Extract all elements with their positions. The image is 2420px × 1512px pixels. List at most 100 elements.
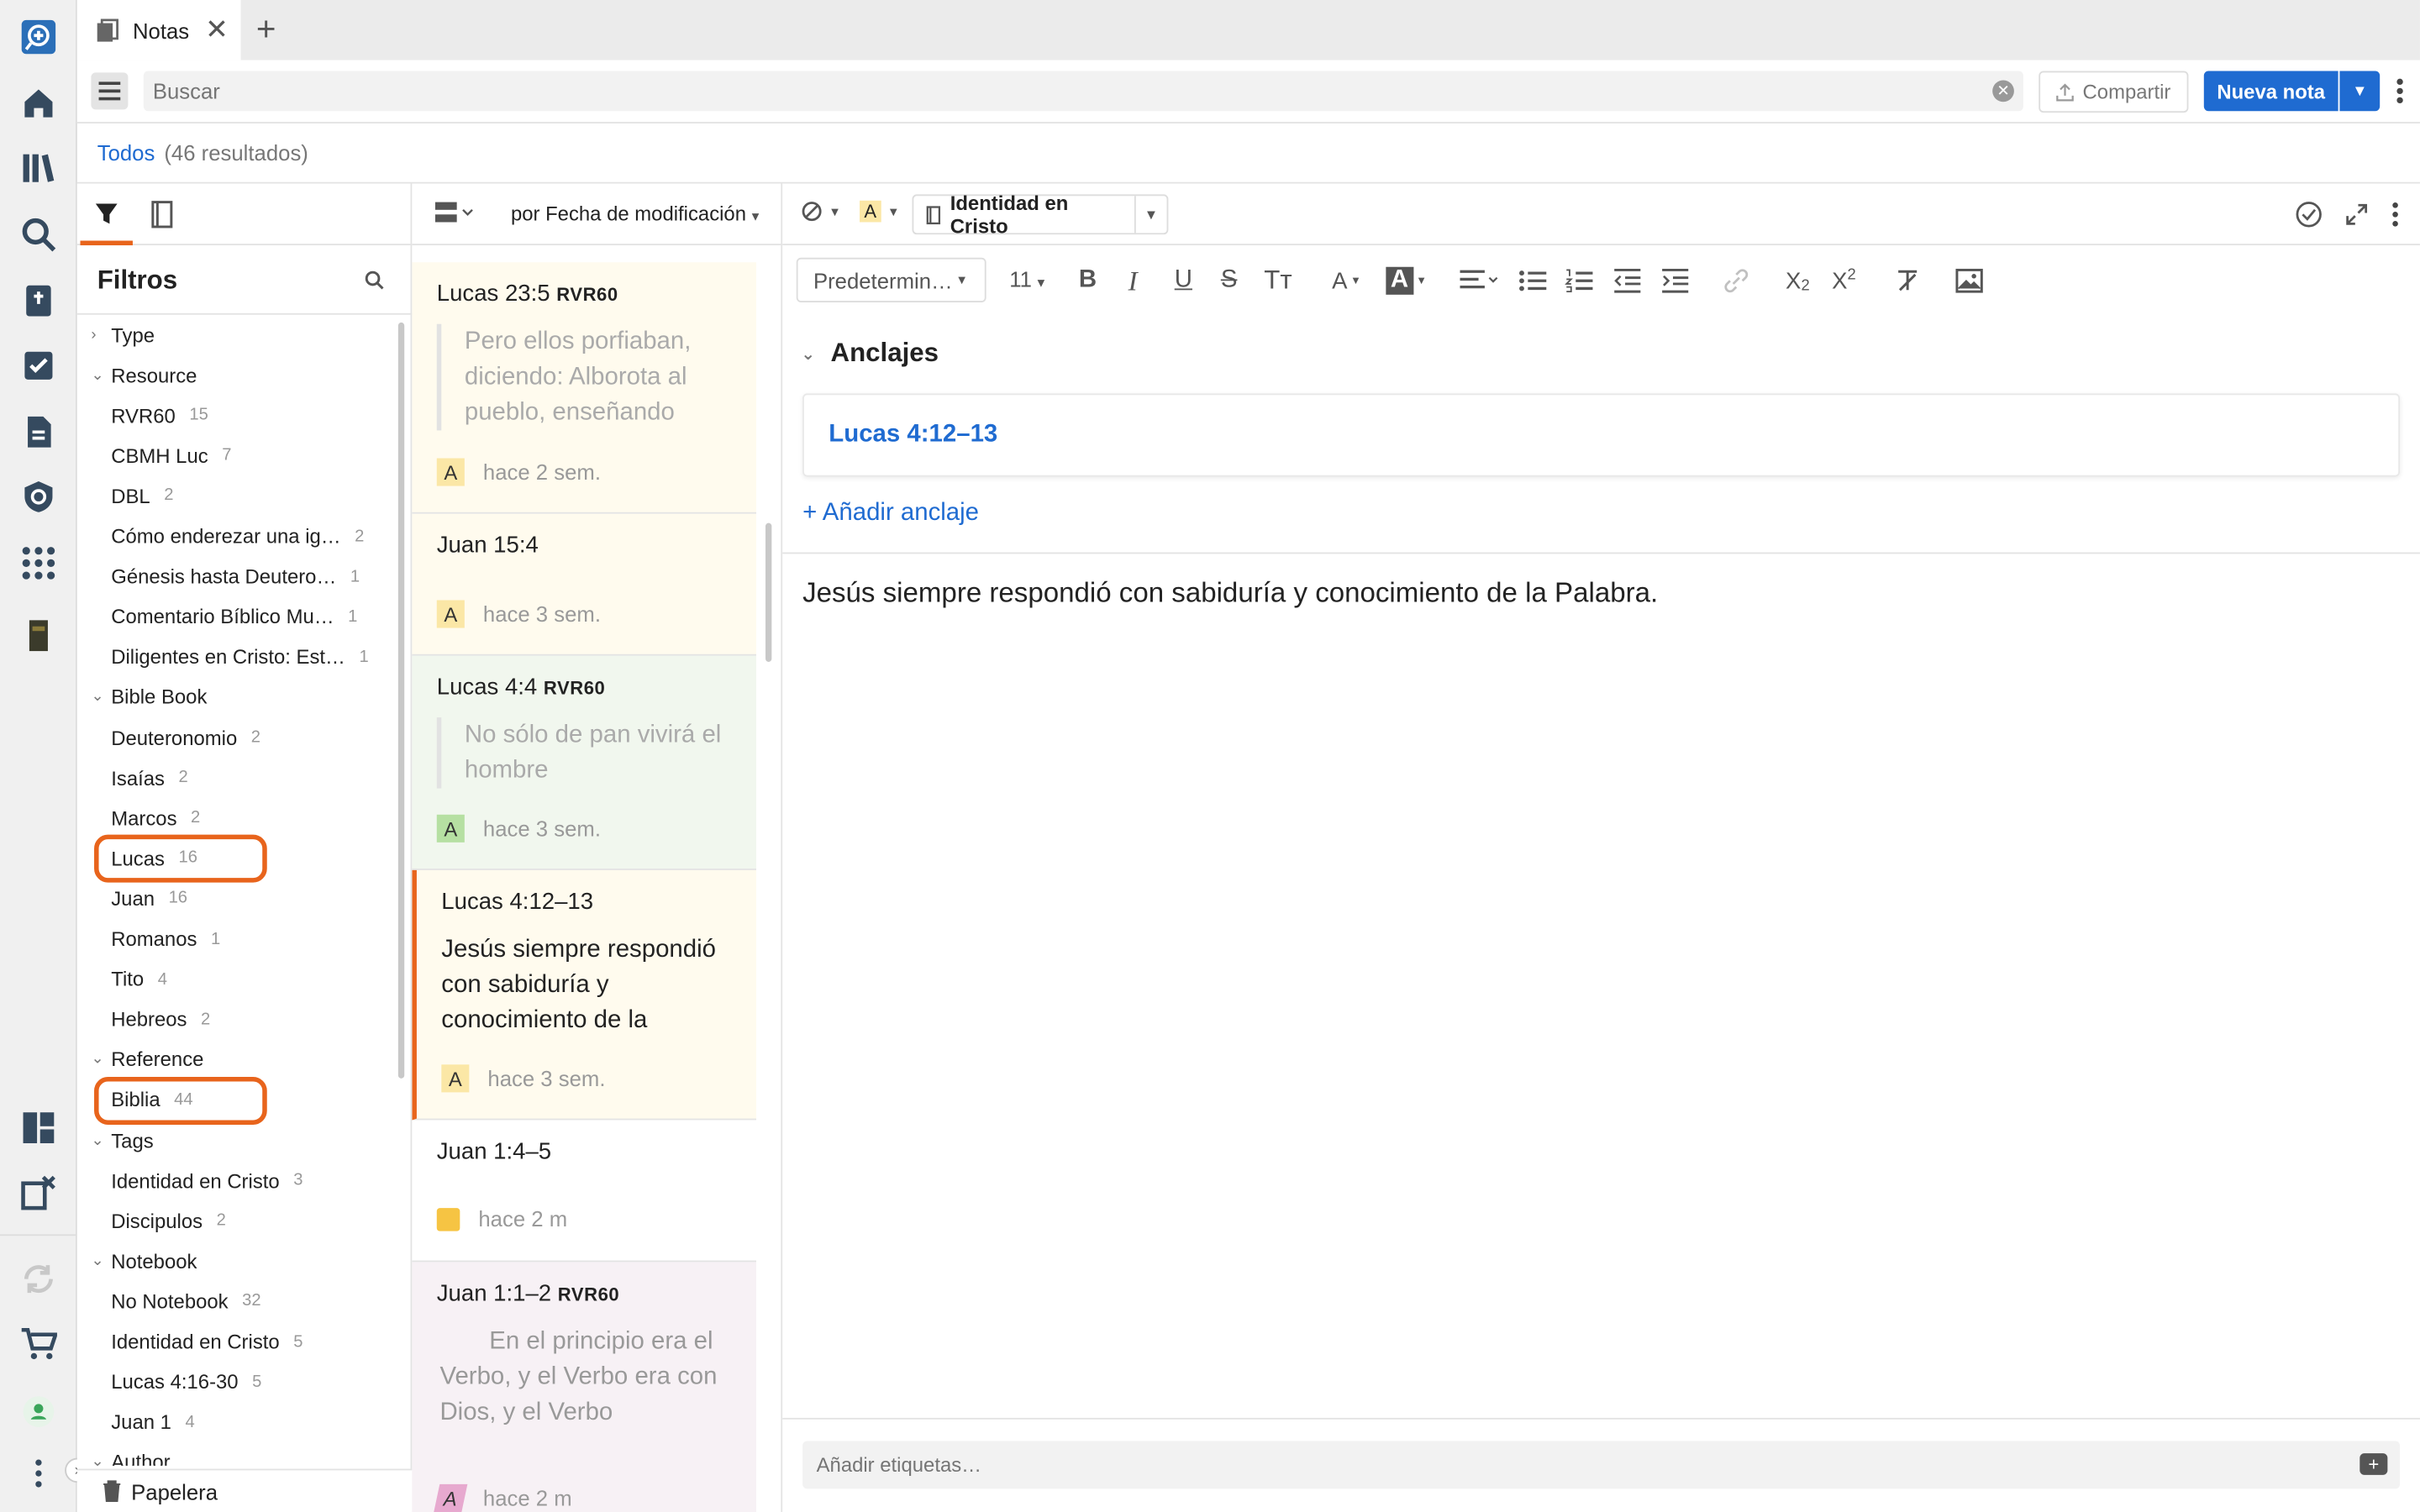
filter-group[interactable]: ⌄ Resource (77, 355, 197, 396)
font-select[interactable]: Predetermin… ▼ (796, 257, 986, 302)
filter-item[interactable]: Génesis hasta Deutero… 1 (77, 556, 360, 596)
tab-notas[interactable]: Notas ✕ (76, 0, 241, 60)
notebook-dropdown-icon[interactable]: ▼ (1134, 196, 1167, 234)
filter-item[interactable]: Discipulos 2 (77, 1200, 226, 1241)
add-tag-icon[interactable]: + (2360, 1453, 2388, 1475)
filter-group[interactable]: › Type (77, 315, 155, 355)
close-all-icon[interactable] (17, 1171, 60, 1214)
filter-item[interactable]: Identidad en Cristo 5 (77, 1321, 303, 1362)
search-input[interactable] (143, 71, 2023, 112)
filter-item[interactable]: Romanos 1 (77, 919, 220, 959)
font-size-select[interactable]: 11 ▼ (1009, 267, 1047, 291)
font-color-icon[interactable]: A ▼ (1332, 264, 1361, 297)
filter-item[interactable]: Lucas 4:16-30 5 (77, 1362, 262, 1402)
new-tab-button[interactable]: + (256, 9, 276, 50)
filter-item[interactable]: Isaías 2 (77, 758, 187, 798)
tags-input[interactable] (802, 1441, 2401, 1489)
filter-item[interactable]: Identidad en Cristo 3 (77, 1160, 303, 1200)
filter-item[interactable]: Juan 16 (77, 879, 187, 919)
trash-item[interactable]: Papelera (76, 1468, 413, 1512)
note-card[interactable]: Lucas 4:12–13 Jesús siempre respondió con… (412, 869, 756, 1121)
bold-icon[interactable]: B (1079, 264, 1097, 297)
new-note-dropdown-icon[interactable]: ▼ (2339, 71, 2381, 112)
filter-item[interactable]: Cómo enderezar una ig… 2 (77, 516, 365, 556)
note-card[interactable]: Juan 1:4–5 hace 2 m (412, 1120, 756, 1263)
filter-tab-icon[interactable] (80, 184, 133, 246)
dashboard-icon[interactable] (17, 1106, 60, 1149)
note-card[interactable]: Juan 15:4 Ahace 3 sem. (412, 513, 756, 656)
check-circle-icon[interactable] (2295, 201, 2323, 228)
text-case-icon[interactable]: Tт (1264, 264, 1292, 297)
superscript-icon[interactable]: X2 (1832, 264, 1856, 297)
more-options-icon[interactable] (2392, 76, 2407, 107)
underline-icon[interactable]: U (1175, 264, 1192, 297)
user-icon[interactable] (17, 1390, 60, 1433)
clear-search-icon[interactable]: ✕ (1992, 80, 2014, 102)
cart-icon[interactable] (17, 1322, 60, 1365)
note-list-scrollbar[interactable] (765, 522, 772, 662)
filter-item[interactable]: No Notebook 32 (77, 1281, 261, 1321)
filter-scrollbar[interactable] (397, 322, 405, 1079)
apps-grid-icon[interactable] (17, 542, 60, 585)
anchor-reference[interactable]: Lucas 4:12–13 (829, 421, 997, 449)
insert-image-icon[interactable] (1955, 264, 1983, 297)
filter-item[interactable]: Hebreos 2 (77, 1000, 210, 1040)
all-notes-link[interactable]: Todos (97, 140, 155, 165)
note-card[interactable]: Juan 1:1–2 RVR60 En el principio era el V… (412, 1262, 756, 1512)
notebook-tab-icon[interactable] (139, 184, 185, 245)
italic-icon[interactable]: I (1128, 264, 1138, 297)
sort-dropdown[interactable]: por Fecha de modificación ▼ (511, 202, 761, 226)
numbered-list-icon[interactable] (1565, 264, 1593, 297)
editor-more-icon[interactable] (2391, 201, 2400, 228)
filter-item[interactable]: DBL 2 (77, 475, 173, 516)
home-icon[interactable] (17, 81, 60, 124)
filter-item[interactable]: Juan 1 4 (77, 1402, 194, 1442)
strikethrough-icon[interactable]: S (1221, 264, 1238, 297)
filter-item[interactable]: Diligentes en Cristo: Est… 1 (77, 637, 369, 677)
align-icon[interactable] (1459, 264, 1499, 297)
new-note-button[interactable]: Nueva nota (2203, 71, 2338, 112)
outdent-icon[interactable] (1612, 264, 1641, 297)
filter-group[interactable]: ⌄ Reference (77, 1040, 203, 1080)
note-body[interactable]: Jesús siempre respondió con sabiduría y … (802, 577, 1658, 610)
filter-item[interactable]: CBMH Luc 7 (77, 435, 232, 475)
note-card[interactable]: Lucas 23:5 RVR60 Pero ellos porfiaban, di… (412, 262, 756, 514)
filter-group[interactable]: ⌄ Bible Book (77, 677, 208, 717)
bible-icon[interactable] (17, 279, 60, 322)
filter-group[interactable]: ⌄ Notebook (77, 1241, 197, 1281)
add-anchor-link[interactable]: + Añadir anclaje (802, 500, 979, 528)
view-mode-icon[interactable] (434, 201, 474, 230)
search-icon[interactable] (17, 213, 60, 255)
highlight-color-icon[interactable]: A ▼ (1386, 264, 1427, 297)
filter-search-icon[interactable] (364, 270, 384, 294)
note-card[interactable]: Lucas 4:4 RVR60 No sólo de pan vivirá el … (412, 655, 756, 870)
book-cover-icon[interactable] (17, 614, 60, 657)
link-icon[interactable] (1724, 264, 1749, 297)
library-icon[interactable] (17, 146, 60, 189)
note-style-picker[interactable]: ▼ A ▼ (801, 200, 900, 223)
anchors-section-header[interactable]: ⌄ Anclajes (801, 338, 939, 369)
filter-item[interactable]: Deuteronomio 2 (77, 717, 260, 758)
filter-item[interactable]: RVR60 15 (77, 396, 208, 436)
filter-item[interactable]: Comentario Bíblico Mu… 1 (77, 596, 358, 637)
more-icon[interactable] (17, 1452, 60, 1494)
bullet-list-icon[interactable] (1518, 264, 1547, 297)
sync-icon[interactable] (17, 1257, 60, 1300)
notebook-selector[interactable]: Identidad en Cristo ▼ (912, 192, 1169, 238)
indent-icon[interactable] (1660, 264, 1689, 297)
subscript-icon[interactable]: X2 (1786, 264, 1810, 297)
tasks-icon[interactable] (17, 344, 60, 387)
menu-icon[interactable] (91, 72, 129, 110)
clear-formatting-icon[interactable] (1895, 264, 1919, 297)
close-tab-icon[interactable]: ✕ (205, 14, 229, 47)
filter-group[interactable]: ⌄ Author (77, 1442, 170, 1466)
anchor-card[interactable]: Lucas 4:12–13 (802, 393, 2401, 477)
filter-group[interactable]: ⌄ Tags (77, 1120, 153, 1160)
filter-item[interactable]: Tito 4 (77, 959, 167, 1000)
document-icon[interactable] (17, 411, 60, 454)
shield-icon[interactable] (17, 475, 60, 518)
share-button[interactable]: Compartir (2039, 71, 2189, 113)
filter-item[interactable]: Marcos 2 (77, 798, 200, 838)
logos-search-icon[interactable] (17, 15, 60, 58)
expand-icon[interactable] (2344, 202, 2369, 227)
